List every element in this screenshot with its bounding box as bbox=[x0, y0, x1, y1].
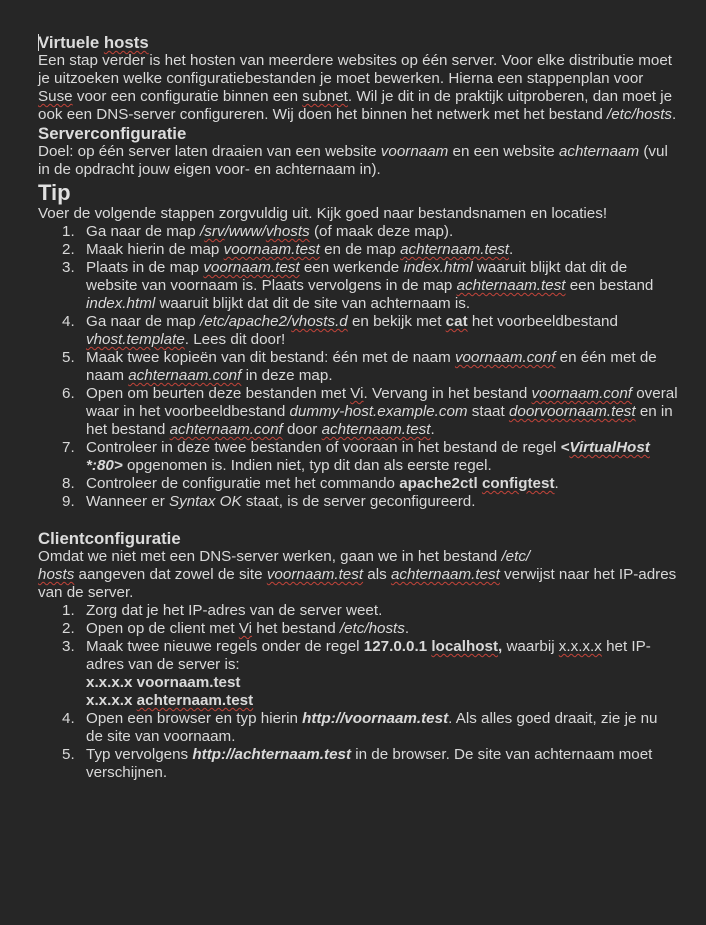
client-steps-list: 1. Zorg dat je het IP-adres van de server… bbox=[38, 602, 678, 782]
server-heading: Serverconfiguratie bbox=[38, 124, 187, 143]
list-item: 5. Maak twee kopieën van dit bestand: één… bbox=[62, 349, 657, 384]
client-paragraph: Omdat we niet met een DNS-server werken,… bbox=[38, 548, 677, 601]
list-item: 3. Maak twee nieuwe regels onder de regel… bbox=[62, 638, 651, 709]
tip-heading: Tip bbox=[38, 180, 71, 205]
list-item: 6. Open om beurten deze bestanden met Vi.… bbox=[62, 385, 678, 438]
client-heading: Clientconfiguratie bbox=[38, 529, 181, 548]
document-body[interactable]: Virtuele hosts Een stap verder is het ho… bbox=[38, 33, 678, 782]
title-text: Virtuele bbox=[38, 33, 104, 52]
tip-intro: Voer de volgende stappen zorgvuldig uit.… bbox=[38, 205, 608, 222]
list-item: 2. Maak hierin de map voornaam.test en de… bbox=[62, 241, 514, 258]
list-item: 9. Wanneer er Syntax OK staat, is de serv… bbox=[62, 493, 476, 510]
title-text-hosts: hosts bbox=[103, 33, 149, 52]
list-item: 3. Plaats in de map voornaam.test een wer… bbox=[62, 259, 654, 312]
list-item: 2. Open op de client met Vi het bestand /… bbox=[62, 620, 410, 637]
list-item: 7. Controleer in deze twee bestanden of v… bbox=[62, 439, 650, 474]
list-item: 4. Open een browser en typ hierin http://… bbox=[62, 710, 658, 745]
page-title: Virtuele hosts bbox=[38, 33, 678, 52]
list-item: 8. Controleer de configuratie met het com… bbox=[62, 475, 559, 492]
intro-paragraph: Een stap verder is het hosten van meerde… bbox=[38, 52, 677, 123]
list-item: 5. Typ vervolgens http://achternaam.test … bbox=[62, 746, 653, 781]
server-goal: Doel: op één server laten draaien van ee… bbox=[38, 143, 668, 178]
list-item: 4. Ga naar de map /etc/apache2/vhosts.d e… bbox=[62, 313, 618, 348]
list-item: 1. Zorg dat je het IP-adres van de server… bbox=[62, 602, 383, 619]
list-item: 1. Ga naar de map /srv/www/vhosts (of maa… bbox=[62, 223, 454, 240]
server-steps-list: 1. Ga naar de map /srv/www/vhosts (of maa… bbox=[38, 223, 678, 511]
